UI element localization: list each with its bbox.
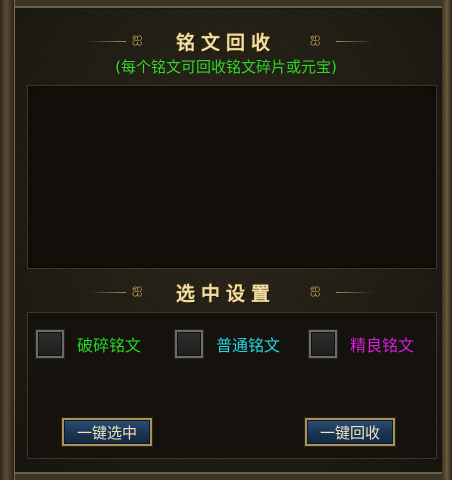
option-fine-inscription: 精良铭文 — [309, 328, 414, 360]
header-divider-right — [336, 41, 374, 42]
fine-inscription-label: 精良铭文 — [350, 336, 415, 355]
recycle-subtitle: (每个铭文可回收铭文碎片或元宝) — [115, 58, 337, 76]
ornament-right-icon: ஐ — [310, 282, 321, 297]
ornament-right-icon: ஐ — [310, 31, 321, 46]
broken-inscription-label: 破碎铭文 — [77, 336, 142, 355]
fine-inscription-checkbox[interactable] — [309, 330, 337, 358]
normal-inscription-checkbox[interactable] — [175, 330, 203, 358]
settings-title: 选中设置 — [175, 283, 276, 305]
broken-inscription-checkbox[interactable] — [36, 330, 64, 358]
option-broken-inscription: 破碎铭文 — [36, 328, 141, 360]
settings-divider-right — [336, 292, 374, 293]
recycle-item-area[interactable] — [27, 85, 437, 269]
recycle-title: 铭文回收 — [175, 32, 276, 54]
select-all-button[interactable]: 一键选中 — [62, 418, 152, 446]
option-normal-inscription: 普通铭文 — [175, 328, 280, 360]
recycle-all-button[interactable]: 一键回收 — [305, 418, 395, 446]
normal-inscription-label: 普通铭文 — [216, 336, 281, 355]
